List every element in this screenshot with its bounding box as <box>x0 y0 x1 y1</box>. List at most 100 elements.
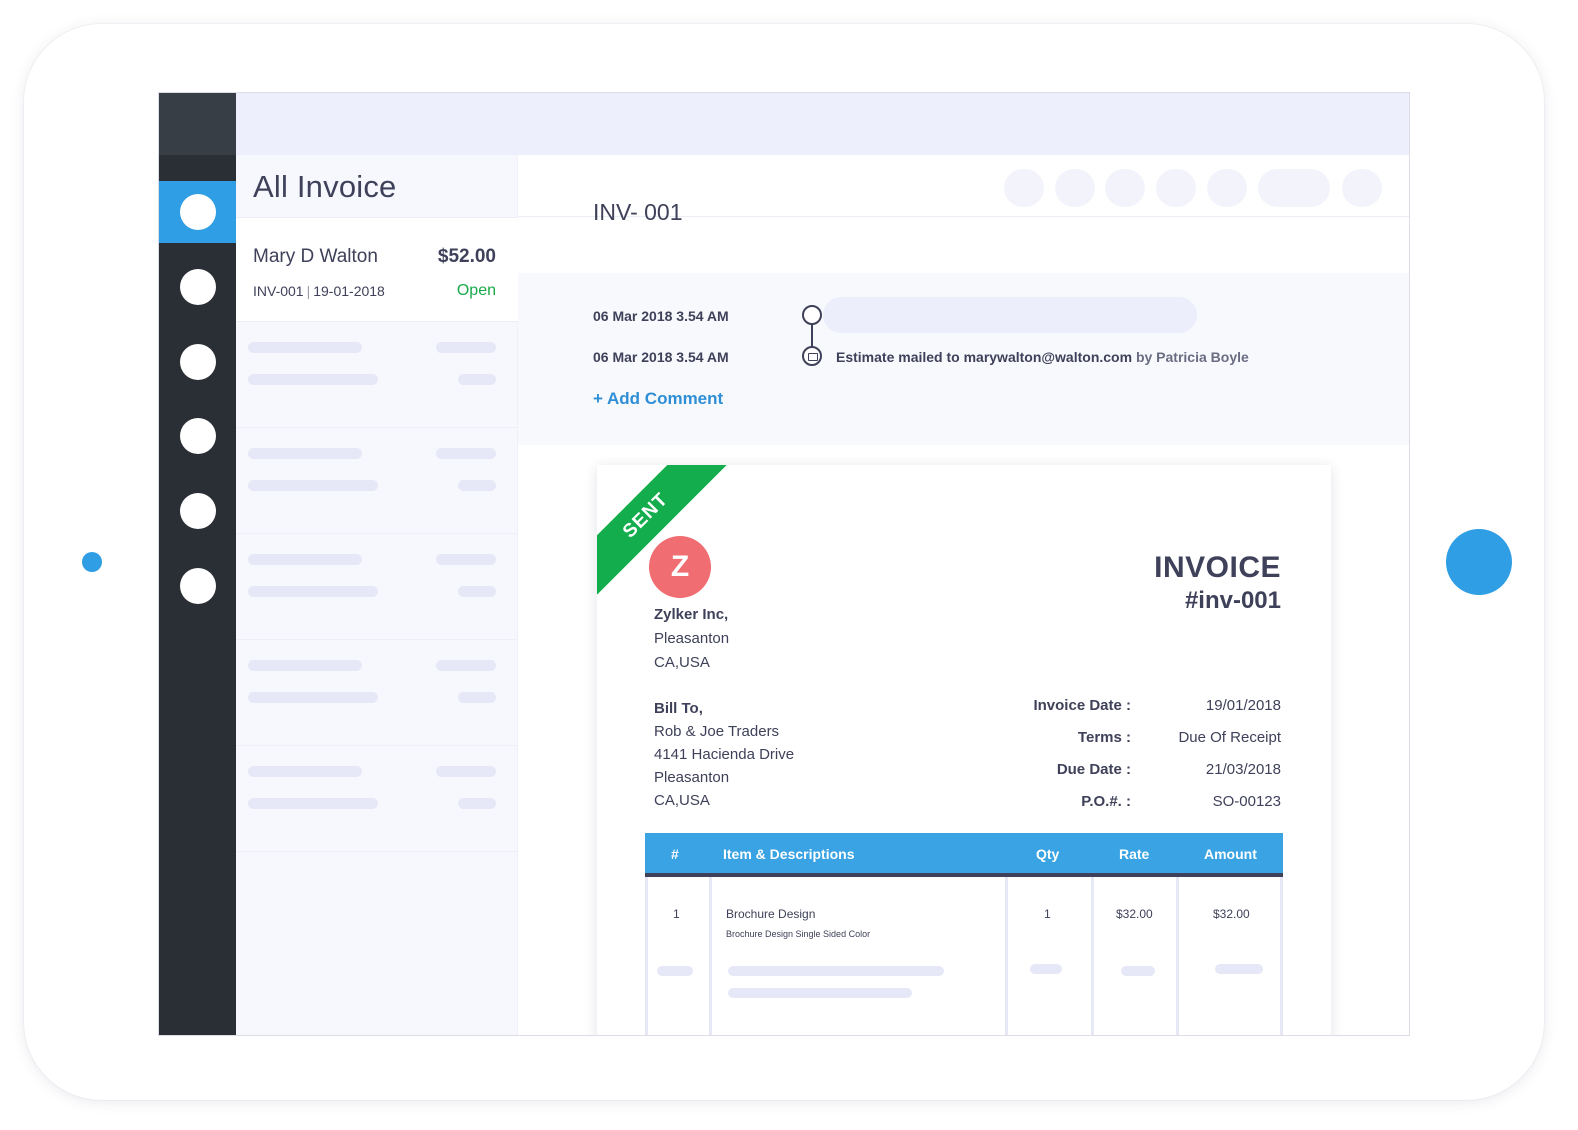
invoice-date: 19-01-2018 <box>313 283 385 299</box>
column-divider <box>1280 877 1283 1035</box>
meta-label: Terms : <box>1077 729 1131 746</box>
nav-item-5[interactable] <box>159 480 236 542</box>
placeholder-bar <box>248 480 378 491</box>
toolbar-action-button[interactable] <box>1004 169 1044 207</box>
invoice-meta-table: Invoice Date : 19/01/2018 Terms : Due Of… <box>991 697 1281 825</box>
placeholder-bar <box>248 554 362 565</box>
toolbar-action-button[interactable] <box>1258 169 1330 207</box>
activity-timestamp: 06 Mar 2018 3.54 AM <box>593 349 729 365</box>
placeholder-bar <box>458 798 496 809</box>
company-city: Pleasanton <box>654 630 730 647</box>
placeholder-bar <box>248 448 362 459</box>
placeholder-bar <box>657 966 693 976</box>
placeholder-bar <box>458 374 496 385</box>
meta-label: Invoice Date : <box>1033 697 1131 714</box>
meta-row-due-date: Due Date : 21/03/2018 <box>991 761 1281 793</box>
table-header: # Item & Descriptions Qty Rate Amount <box>645 833 1283 877</box>
item-rate: $32.00 <box>1116 907 1153 921</box>
home-button[interactable] <box>1446 529 1512 595</box>
app-screen: All Invoice Mary D Walton $52.00 INV-001… <box>158 92 1410 1036</box>
invoice-number: #inv-001 <box>1184 587 1281 614</box>
meta-row-po-number: P.O.#. : SO-00123 <box>991 793 1281 825</box>
nav-item-3[interactable] <box>159 331 236 393</box>
invoice-detail-panel: INV- 001 06 Mar 2018 3.54 AM 06 Mar 2018… <box>518 155 1409 1035</box>
invoice-number: INV-001 <box>253 283 304 299</box>
toolbar-action-button[interactable] <box>1105 169 1145 207</box>
placeholder-bar <box>458 692 496 703</box>
activity-message-text: Estimate mailed to marywalton@walton.com <box>836 349 1133 365</box>
placeholder-bar <box>458 586 496 597</box>
invoice-document: SENT Z Zylker Inc, Pleasanton CA,USA INV… <box>597 465 1331 1035</box>
toolbar-action-button[interactable] <box>1156 169 1196 207</box>
activity-placeholder <box>823 297 1197 333</box>
company-name: Zylker Inc, <box>654 606 729 623</box>
column-divider <box>1091 877 1094 1035</box>
placeholder-bar <box>436 342 496 353</box>
company-logo: Z <box>649 536 711 598</box>
timeline-node-icon <box>802 305 822 325</box>
meta-row-invoice-date: Invoice Date : 19/01/2018 <box>991 697 1281 729</box>
add-comment-link[interactable]: + Add Comment <box>593 389 723 409</box>
placeholder-bar <box>1215 964 1263 974</box>
bill-to-name: Rob & Joe Traders <box>654 723 780 740</box>
item-qty: 1 <box>1044 907 1051 921</box>
activity-timestamp: 06 Mar 2018 3.54 AM <box>593 308 729 324</box>
activity-timeline: 06 Mar 2018 3.54 AM 06 Mar 2018 3.54 AM … <box>518 273 1409 445</box>
item-amount: $32.00 <box>1213 907 1250 921</box>
bill-to-city: Pleasanton <box>654 769 730 786</box>
column-divider <box>709 877 712 1035</box>
camera-dot <box>82 552 102 572</box>
placeholder-list-item[interactable] <box>236 322 518 428</box>
column-header: Qty <box>1036 846 1060 862</box>
bill-to-region: CA,USA <box>654 792 710 809</box>
placeholder-list-item[interactable] <box>236 640 518 746</box>
line-items-table: # Item & Descriptions Qty Rate Amount 1 … <box>645 833 1283 1035</box>
placeholder-bar <box>1121 966 1155 976</box>
placeholder-bar <box>248 342 362 353</box>
invoice-number-heading: INV- 001 <box>593 199 683 225</box>
invoice-list-item[interactable]: Mary D Walton $52.00 INV-001 | 19-01-2018 … <box>236 218 518 322</box>
nav-header <box>159 93 236 155</box>
placeholder-bar <box>248 374 378 385</box>
item-index: 1 <box>673 907 680 921</box>
placeholder-list-item[interactable] <box>236 534 518 640</box>
top-bar <box>236 93 1409 155</box>
placeholder-bar <box>458 480 496 491</box>
placeholder-bar <box>436 448 496 459</box>
meta-label: P.O.#. : <box>1081 793 1131 810</box>
nav-item-4[interactable] <box>159 405 236 467</box>
nav-item-6[interactable] <box>159 555 236 617</box>
column-divider <box>1005 877 1008 1035</box>
toolbar-action-button[interactable] <box>1342 169 1382 207</box>
bill-to-street: 4141 Hacienda Drive <box>654 746 795 763</box>
placeholder-list-item[interactable] <box>236 746 518 852</box>
invoice-amount: $52.00 <box>437 246 496 267</box>
column-header: # <box>671 846 679 862</box>
nav-item-1[interactable] <box>159 181 236 243</box>
nav-circle-icon <box>179 194 216 230</box>
placeholder-bar <box>436 766 496 777</box>
from-address: Zylker Inc, Pleasanton CA,USA <box>654 603 729 675</box>
nav-circle-icon <box>179 493 216 529</box>
nav-circle-icon <box>179 344 216 380</box>
bill-to-address: Bill To, Rob & Joe Traders 4141 Hacienda… <box>654 697 794 812</box>
toolbar-action-button[interactable] <box>1055 169 1095 207</box>
list-title: All Invoice <box>253 169 397 204</box>
meta-row-terms: Terms : Due Of Receipt <box>991 729 1281 761</box>
sidebar-nav <box>159 93 236 1035</box>
bill-to-label: Bill To, <box>654 700 703 717</box>
placeholder-bar <box>1030 964 1062 974</box>
toolbar-action-button[interactable] <box>1207 169 1247 207</box>
nav-circle-icon <box>179 269 216 305</box>
customer-name: Mary D Walton <box>253 246 378 267</box>
column-header: Item & Descriptions <box>723 846 855 862</box>
meta-value: Due Of Receipt <box>1178 729 1281 746</box>
placeholder-list-item[interactable] <box>236 428 518 534</box>
status-badge: Open <box>456 282 496 299</box>
placeholder-bar <box>436 554 496 565</box>
column-header: Amount <box>1204 846 1257 862</box>
item-description: Brochure Design Single Sided Color <box>726 929 871 939</box>
meta-value: 19/01/2018 <box>1205 697 1281 714</box>
meta-label: Due Date : <box>1056 761 1131 778</box>
nav-item-2[interactable] <box>159 256 236 318</box>
